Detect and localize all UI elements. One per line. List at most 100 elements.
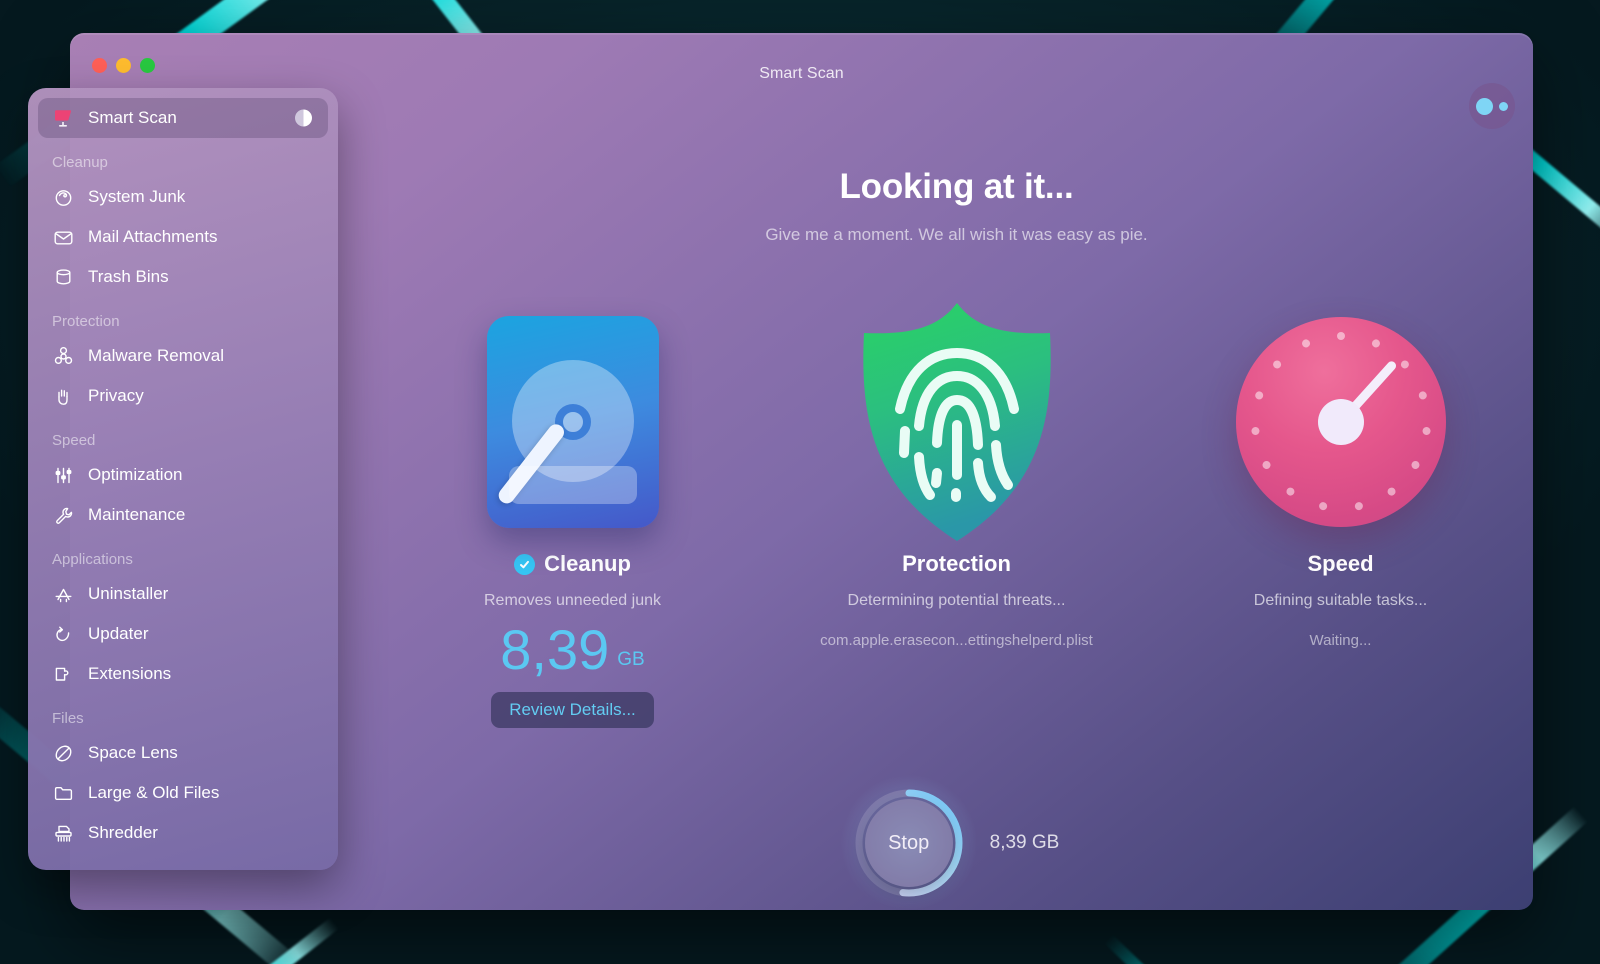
shield-fingerprint-icon (862, 303, 1051, 541)
review-details-button[interactable]: Review Details... (491, 692, 654, 728)
sidebar-group-files: Files (52, 710, 84, 727)
sidebar-group-applications: Applications (52, 551, 133, 568)
card-cleanup: Cleanup Removes unneeded junk 8,39 GB Re… (423, 297, 723, 728)
sidebar-item-trash-bins[interactable]: Trash Bins (38, 257, 328, 297)
gauge-tick-icon (1284, 485, 1296, 498)
protection-title: Protection (902, 551, 1011, 576)
gauge-tick-icon (1260, 459, 1272, 471)
sidebar-item-label: Space Lens (88, 743, 178, 762)
sidebar-item-uninstaller[interactable]: Uninstaller (38, 574, 328, 614)
sidebar-item-system-junk[interactable]: System Junk (38, 177, 328, 217)
gauge-tick-icon (1270, 358, 1283, 371)
card-protection: Protection Determining potential threats… (807, 297, 1107, 649)
sidebar-item-label: Extensions (88, 664, 172, 683)
sidebar-item-mail-attachments[interactable]: Mail Attachments (38, 217, 328, 257)
window-title: Smart Scan (759, 65, 844, 82)
gauge-tick-icon (1300, 338, 1311, 349)
scan-size-label: 8,39 GB (989, 832, 1060, 853)
protection-artwork (807, 297, 1107, 547)
cleanup-size-value: 8,39 (500, 618, 610, 681)
speed-gauge-icon (1235, 317, 1446, 527)
speed-description: Defining suitable tasks... (1253, 592, 1428, 609)
space-lens-icon (52, 742, 74, 764)
sidebar-item-label: Large & Old Files (88, 783, 220, 802)
speed-artwork (1191, 297, 1491, 547)
sidebar: Smart Scan Cleanup System Junk Mail Atta… (28, 88, 338, 870)
shredder-icon (52, 822, 74, 844)
gauge-tick-icon (1336, 332, 1345, 340)
protection-detail: com.apple.erasecon...ettingshelperd.plis… (820, 632, 1093, 649)
sidebar-item-label: Uninstaller (88, 584, 169, 603)
sidebar-group-speed: Speed (52, 432, 96, 449)
scan-footer: Stop 8,39 GB (380, 774, 1533, 910)
puzzle-piece-icon (52, 663, 74, 685)
sidebar-item-label: Updater (88, 624, 149, 643)
hand-icon (52, 385, 74, 407)
sidebar-item-updater[interactable]: Updater (38, 614, 328, 654)
gauge-tick-icon (1409, 459, 1421, 471)
card-speed: Speed Defining suitable tasks... Waiting… (1191, 297, 1491, 649)
biohazard-icon (52, 345, 74, 367)
main-content: Looking at it... Give me a moment. We al… (380, 99, 1533, 910)
sidebar-item-privacy[interactable]: Privacy (38, 376, 328, 416)
sidebar-item-label: Smart Scan (88, 108, 177, 127)
sidebar-item-maintenance[interactable]: Maintenance (38, 495, 328, 535)
refresh-arrow-icon (52, 623, 74, 645)
disk-base-bar-icon (508, 466, 637, 504)
speed-detail: Waiting... (1309, 632, 1372, 649)
gauge-tick-icon (1398, 358, 1411, 371)
smart-scan-progress-icon (295, 109, 312, 127)
module-cards: Cleanup Removes unneeded junk 8,39 GB Re… (380, 297, 1533, 728)
sidebar-item-label: Malware Removal (88, 346, 225, 365)
sidebar-item-space-lens[interactable]: Space Lens (38, 733, 328, 773)
protection-title-row: Protection (807, 551, 1107, 577)
folder-icon (52, 782, 74, 804)
sidebar-item-smart-scan[interactable]: Smart Scan (38, 98, 328, 138)
protection-description: Determining potential threats... (847, 592, 1066, 609)
sidebar-item-large-old-files[interactable]: Large & Old Files (38, 773, 328, 813)
stop-control: Stop (839, 774, 978, 910)
wrench-icon (52, 504, 74, 526)
cleanup-size: 8,39 GB (423, 622, 723, 678)
gauge-tick-icon (1385, 485, 1397, 498)
cleanup-title-row: Cleanup (423, 551, 723, 577)
sidebar-item-label: Mail Attachments (88, 227, 218, 246)
gauge-cap-icon (1317, 399, 1364, 445)
page-title: Looking at it... (839, 167, 1074, 206)
sidebar-item-shredder[interactable]: Shredder (38, 813, 328, 853)
speed-title-row: Speed (1191, 551, 1491, 577)
neon-stripe (1103, 934, 1257, 964)
sidebar-item-optimization[interactable]: Optimization (38, 455, 328, 495)
cleanup-size-unit: GB (617, 649, 645, 670)
stop-button[interactable]: Stop (864, 799, 953, 887)
sidebar-item-label: Optimization (88, 465, 183, 484)
speed-title: Speed (1307, 551, 1374, 576)
gauge-tick-icon (1317, 501, 1328, 511)
sidebar-item-label: Maintenance (88, 505, 186, 524)
appstore-icon (52, 583, 74, 605)
cleanup-title: Cleanup (544, 551, 631, 576)
gauge-tick-icon (1370, 338, 1381, 349)
check-mark-icon (514, 553, 536, 575)
trash-bin-icon (52, 266, 74, 288)
cleanup-description: Removes unneeded junk (483, 592, 661, 609)
page-subtitle: Give me a moment. We all wish it was eas… (765, 225, 1148, 244)
system-junk-icon (52, 186, 74, 208)
gauge-tick-icon (1417, 390, 1428, 401)
gauge-tick-icon (1353, 501, 1364, 511)
sliders-icon (52, 464, 74, 486)
gauge-tick-icon (1250, 426, 1260, 436)
smart-scan-monitor-icon (52, 107, 74, 129)
sidebar-item-label: Shredder (88, 823, 158, 842)
sidebar-group-cleanup: Cleanup (52, 154, 108, 171)
sidebar-item-label: System Junk (88, 187, 186, 206)
hard-disk-icon (486, 316, 659, 528)
gauge-tick-icon (1421, 426, 1431, 436)
sidebar-group-protection: Protection (52, 313, 120, 330)
sidebar-item-label: Trash Bins (88, 267, 169, 286)
cleanup-artwork (423, 297, 723, 547)
sidebar-item-malware-removal[interactable]: Malware Removal (38, 336, 328, 376)
sidebar-item-label: Privacy (88, 386, 144, 405)
sidebar-item-extensions[interactable]: Extensions (38, 654, 328, 694)
gauge-tick-icon (1253, 390, 1264, 401)
